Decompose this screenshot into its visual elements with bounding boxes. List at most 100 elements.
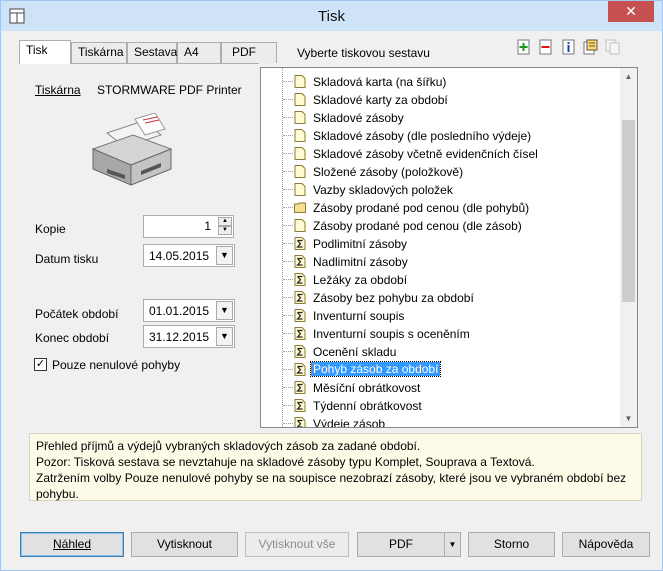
nonzero-checkbox[interactable]: ✓	[34, 358, 47, 371]
report-list-item-label: Výdeje zásob	[313, 417, 386, 428]
report-list-item[interactable]: Nadlimitní zásoby	[261, 253, 621, 271]
stepper-buttons: ▲ ▼	[218, 217, 232, 236]
stepper-up-icon[interactable]: ▲	[218, 217, 232, 226]
copies-stepper[interactable]: 1 ▲ ▼	[143, 215, 234, 238]
report-list-item[interactable]: Týdenní obrátkovost	[261, 397, 621, 415]
tree-connector	[283, 243, 293, 244]
scroll-up-icon[interactable]: ▲	[620, 68, 637, 85]
tree-connector	[283, 333, 293, 334]
tree-connector	[283, 369, 293, 370]
report-list-item-label: Složené zásoby (položkově)	[313, 165, 464, 179]
vertical-scrollbar[interactable]: ▲ ▼	[620, 68, 637, 427]
report-list-item[interactable]: Inventurní soupis	[261, 307, 621, 325]
chevron-down-icon[interactable]: ▼	[216, 327, 233, 346]
print-button[interactable]: Vytisknout	[131, 532, 238, 557]
info-icon[interactable]	[561, 39, 577, 55]
nonzero-checkbox-label[interactable]: Pouze nenulové pohyby	[52, 358, 180, 372]
report-list-item-label: Skladové zásoby včetně evidenčních čísel	[313, 147, 538, 161]
copies-value: 1	[204, 219, 211, 233]
report-list-item[interactable]: Zásoby prodané pod cenou (dle zásob)	[261, 217, 621, 235]
tree-connector	[283, 153, 293, 154]
report-list-item-label: Inventurní soupis s oceněním	[313, 327, 470, 341]
report-list-item[interactable]: Inventurní soupis s oceněním	[261, 325, 621, 343]
report-list-item-label: Měsíční obrátkovost	[313, 381, 421, 395]
printer-name: STORMWARE PDF Printer	[97, 83, 242, 97]
tree-connector	[283, 351, 293, 352]
chevron-down-icon[interactable]: ▼	[444, 533, 460, 556]
report-list-item[interactable]: Skladové zásoby včetně evidenčních čísel	[261, 145, 621, 163]
report-list-item-label: Ocenění skladu	[313, 345, 397, 359]
period-start-field[interactable]: 01.01.2015 ▼	[143, 299, 235, 322]
report-list-item[interactable]: Ocenění skladu	[261, 343, 621, 361]
period-start-label: Počátek období	[35, 307, 119, 321]
report-list-item[interactable]: Měsíční obrátkovost	[261, 379, 621, 397]
tab-pdf[interactable]: PDF	[221, 42, 277, 63]
sum-report-icon	[294, 381, 306, 394]
copy-icon[interactable]	[605, 39, 621, 55]
tab-a4[interactable]: A4	[177, 42, 221, 63]
tab-sestava[interactable]: Sestava	[127, 42, 177, 63]
sum-report-icon	[294, 237, 306, 250]
add-icon[interactable]	[516, 39, 532, 55]
print-all-button-label: Vytisknout vše	[258, 537, 336, 551]
tab-tisk[interactable]: Tisk	[19, 40, 71, 64]
period-end-field[interactable]: 31.12.2015 ▼	[143, 325, 235, 348]
scroll-down-icon[interactable]: ▼	[620, 410, 637, 427]
printer-icon	[91, 113, 173, 186]
report-description: Přehled příjmů a výdejů vybraných sklado…	[29, 433, 642, 501]
report-list-item-label: Skladová karta (na šířku)	[313, 75, 447, 89]
sum-report-icon	[294, 417, 306, 427]
report-list-item-label: Zásoby bez pohybu za období	[313, 291, 474, 305]
report-list-item-label: Inventurní soupis	[313, 309, 405, 323]
print-all-button[interactable]: Vytisknout vše	[245, 532, 349, 557]
report-list-item[interactable]: Skladové zásoby	[261, 109, 621, 127]
report-page-icon	[294, 183, 306, 196]
report-list-item[interactable]: Skladové karty za období	[261, 91, 621, 109]
scroll-thumb[interactable]	[622, 120, 635, 302]
report-list-item[interactable]: Složené zásoby (položkově)	[261, 163, 621, 181]
report-list-title: Vyberte tiskovou sestavu	[297, 46, 430, 60]
report-list-item[interactable]: Pohyb zásob za období	[261, 361, 621, 379]
sum-report-icon	[294, 327, 306, 340]
description-line: Přehled příjmů a výdejů vybraných sklado…	[36, 439, 421, 453]
cancel-button-label: Storno	[493, 537, 530, 551]
report-list-item[interactable]: Skladová karta (na šířku)	[261, 73, 621, 91]
remove-icon[interactable]	[538, 39, 554, 55]
report-list-item[interactable]: Ležáky za období	[261, 271, 621, 289]
tree-connector	[283, 423, 293, 424]
chevron-down-icon[interactable]: ▼	[216, 246, 233, 265]
report-list-item-label: Zásoby prodané pod cenou (dle pohybů)	[313, 201, 530, 215]
print-button-label: Vytisknout	[157, 537, 212, 551]
preview-button[interactable]: Náhled	[20, 532, 124, 557]
edit-icon[interactable]	[583, 39, 599, 55]
report-list-item[interactable]: Podlimitní zásoby	[261, 235, 621, 253]
report-list-item[interactable]: Zásoby prodané pod cenou (dle pohybů)	[261, 199, 621, 217]
printer-link[interactable]: Tiskárna	[35, 83, 81, 97]
report-list-item[interactable]: Výdeje zásob	[261, 415, 621, 428]
pdf-button[interactable]: PDF ▼	[357, 532, 461, 557]
cancel-button[interactable]: Storno	[468, 532, 555, 557]
report-list-item[interactable]: Zásoby bez pohybu za období	[261, 289, 621, 307]
tree-connector	[283, 171, 293, 172]
report-list-item-label: Podlimitní zásoby	[313, 237, 408, 251]
copies-label: Kopie	[35, 222, 66, 236]
report-list-item[interactable]: Vazby skladových položek	[261, 181, 621, 199]
help-button-label: Nápověda	[578, 537, 634, 551]
description-line: Pozor: Tisková sestava se nevztahuje na …	[36, 455, 535, 469]
stepper-down-icon[interactable]: ▼	[218, 226, 232, 235]
report-list-item-label: Týdenní obrátkovost	[313, 399, 422, 413]
help-button[interactable]: Nápověda	[562, 532, 650, 557]
tab-tiskarna[interactable]: Tiskárna	[71, 42, 127, 63]
sum-report-icon	[294, 363, 306, 376]
tree-connector	[283, 405, 293, 406]
report-list-item-label: Skladové zásoby	[313, 111, 404, 125]
report-page-icon	[294, 147, 306, 160]
report-list[interactable]: Skladová karta (na šířku) Skladové karty …	[260, 67, 638, 428]
print-date-field[interactable]: 14.05.2015 ▼	[143, 244, 235, 267]
report-list-item-label: Skladové karty za období	[313, 93, 448, 107]
close-button[interactable]: ✕	[608, 1, 654, 22]
folder-icon	[294, 201, 306, 214]
report-list-item[interactable]: Skladové zásoby (dle posledního výdeje)	[261, 127, 621, 145]
chevron-down-icon[interactable]: ▼	[216, 301, 233, 320]
title-bar: Tisk ✕	[1, 1, 662, 31]
